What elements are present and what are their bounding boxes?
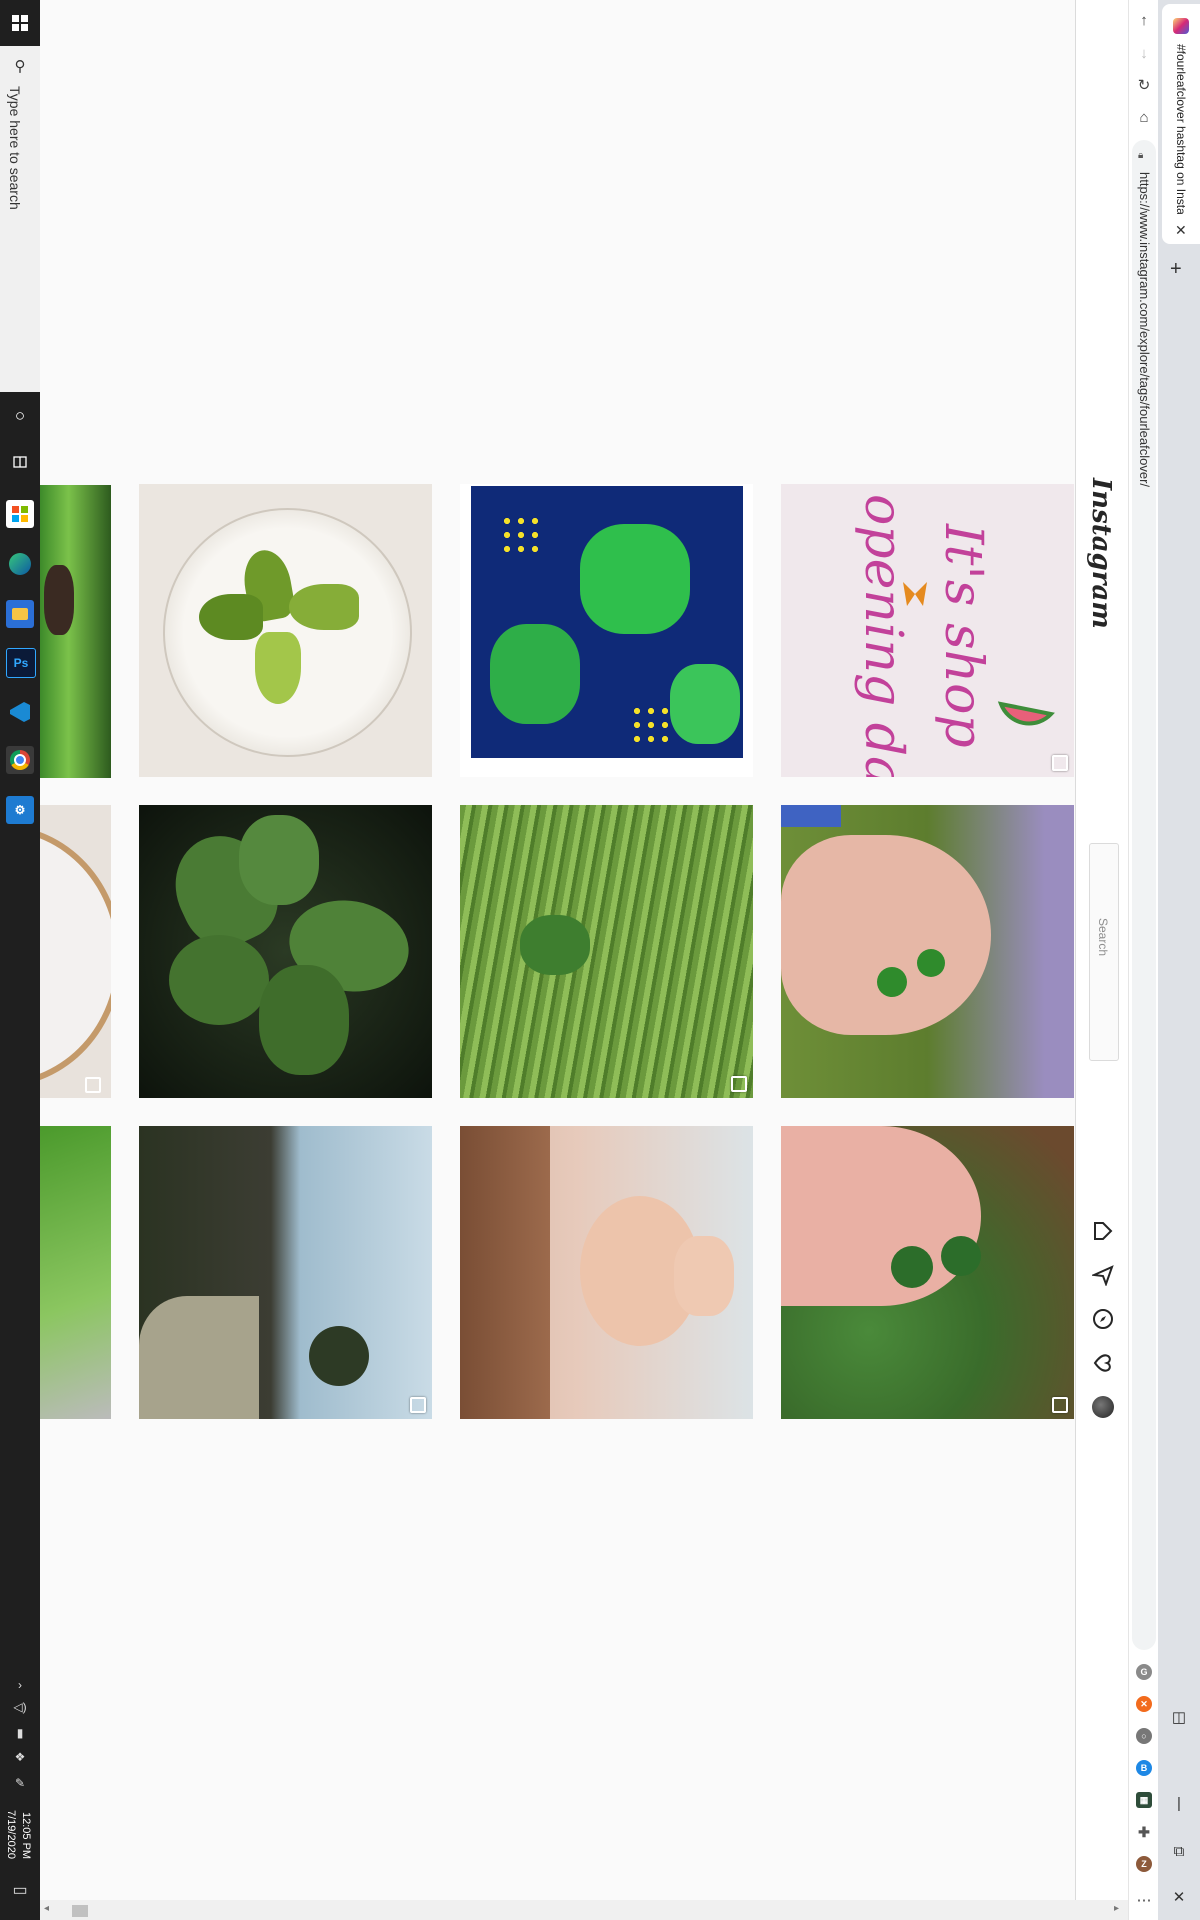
address-bar[interactable]: 🔒︎ https://www.instagram.com/explore/tag… [1132, 140, 1156, 1650]
scroll-right-icon[interactable]: ▸ [1114, 1903, 1119, 1914]
vscode-icon[interactable] [6, 698, 34, 726]
shop-text-line1: It's shop [933, 523, 993, 748]
post-partial-middle[interactable] [40, 805, 111, 1098]
windows-logo-icon [12, 15, 28, 31]
clock-time: 12:05 PM [20, 1812, 32, 1860]
network-icon[interactable]: ✎ [0, 1776, 40, 1790]
photoshop-icon[interactable]: Ps [6, 648, 36, 678]
post-clover-resin-coaster[interactable] [139, 484, 432, 777]
new-tab-icon[interactable]: + [1170, 258, 1182, 281]
profile-z-icon[interactable]: Z [1136, 1856, 1152, 1872]
browser-toolbar: ↑ ↓ ↻ ⌂ 🔒︎ https://www.instagram.com/exp… [1128, 0, 1159, 1920]
cortana-icon[interactable]: ○ [6, 402, 34, 430]
post-hand-over-clover-patch[interactable] [781, 1126, 1074, 1419]
instagram-page: It's shop opening day [40, 0, 1075, 1900]
task-view-icon[interactable] [6, 448, 34, 476]
post-woman-portrait[interactable] [460, 1126, 753, 1419]
profile-avatar[interactable] [1092, 1396, 1114, 1418]
home-icon[interactable] [1090, 1218, 1116, 1244]
volume-icon[interactable]: ◁) [0, 1700, 40, 1714]
windows-start-button[interactable] [0, 0, 40, 46]
scrollbar-thumb[interactable] [72, 1905, 88, 1917]
extension-blue-icon[interactable]: B [1136, 1760, 1152, 1776]
minimize-icon[interactable]: | [1168, 1792, 1190, 1814]
chevron-up-icon[interactable]: › [0, 1678, 40, 1692]
menu-dots-icon[interactable]: ⋯ [1134, 1890, 1154, 1910]
address-url: https://www.instagram.com/explore/tags/f… [1137, 172, 1152, 488]
clock-date: 7/19/2020 [5, 1810, 17, 1859]
post-clover-painting[interactable] [460, 484, 753, 777]
forward-icon[interactable]: ↓ [1134, 43, 1154, 63]
chrome-icon[interactable] [6, 746, 34, 774]
restore-icon[interactable]: ⧉ [1168, 1840, 1190, 1862]
post-clover-in-grass[interactable] [460, 805, 753, 1098]
post-garden-pond-landscape[interactable] [139, 1126, 432, 1419]
post-partial-top[interactable] [40, 485, 111, 778]
carousel-icon [731, 1076, 747, 1092]
instagram-search-placeholder: Search [1096, 918, 1110, 957]
shop-text-line2: opening day [853, 494, 913, 777]
store-icon[interactable] [6, 500, 34, 528]
battery-icon[interactable]: ▮ [0, 1726, 40, 1740]
post-shop-opening-day[interactable]: It's shop opening day [781, 484, 1074, 777]
tab-close-icon[interactable]: ✕ [1175, 222, 1187, 239]
carousel-icon [1052, 755, 1068, 771]
dropbox-icon[interactable]: ❖ [0, 1750, 40, 1764]
extension-g-icon[interactable]: G [1136, 1664, 1152, 1680]
direct-icon[interactable] [1090, 1262, 1116, 1288]
instagram-header: Instagram Search [1075, 0, 1129, 1900]
taskbar-search-box[interactable]: ⚲ Type here to search [0, 46, 41, 392]
extension-circle-icon[interactable]: ○ [1136, 1728, 1152, 1744]
back-icon[interactable]: ↑ [1134, 10, 1154, 30]
window-close-icon[interactable]: ✕ [1168, 1886, 1190, 1908]
search-icon: ⚲ [14, 58, 26, 75]
explore-icon[interactable] [1090, 1306, 1116, 1332]
instagram-logo[interactable]: Instagram [1086, 478, 1116, 629]
windows-taskbar: ⚲ Type here to search ○ Ps ⚙ › ◁) ▮ ❖ ✎ … [0, 0, 41, 1920]
home-page-icon[interactable]: ⌂ [1134, 107, 1154, 127]
layout-icon[interactable]: ◫ [1168, 1706, 1190, 1728]
horizontal-scrollbar[interactable]: ◂ ▸ [40, 1900, 1128, 1920]
carousel-icon [410, 1397, 426, 1413]
instagram-search-input[interactable]: Search [1089, 843, 1119, 1061]
post-hand-with-clovers[interactable] [781, 805, 1074, 1098]
post-partial-bottom[interactable] [40, 1126, 111, 1419]
lock-icon: 🔒︎ [1138, 150, 1144, 161]
reload-icon[interactable]: ↻ [1134, 75, 1154, 95]
notification-icon[interactable]: ▭ [0, 1880, 40, 1900]
extension-green-icon[interactable]: ▦ [1136, 1792, 1152, 1808]
scroll-left-icon[interactable]: ◂ [44, 1903, 49, 1914]
extensions-puzzle-icon[interactable]: ✚ [1136, 1824, 1152, 1840]
taskbar-search-placeholder: Type here to search [7, 86, 23, 210]
browser-tab-strip: #fourleafclover hashtag on Insta ✕ + ◫ |… [1158, 0, 1200, 1920]
activity-heart-icon[interactable] [1090, 1350, 1116, 1376]
settings-app-icon[interactable]: ⚙ [6, 796, 34, 824]
edge-icon[interactable] [6, 550, 34, 578]
extension-orange-icon[interactable]: ✕ [1136, 1696, 1152, 1712]
tab-title: #fourleafclover hashtag on Insta [1174, 44, 1188, 214]
carousel-icon [1052, 1397, 1068, 1413]
browser-tab-active[interactable]: #fourleafclover hashtag on Insta ✕ [1162, 4, 1200, 244]
post-clover-closeup-dark[interactable] [139, 805, 432, 1098]
file-explorer-icon[interactable] [6, 600, 34, 628]
instagram-favicon [1173, 18, 1189, 34]
